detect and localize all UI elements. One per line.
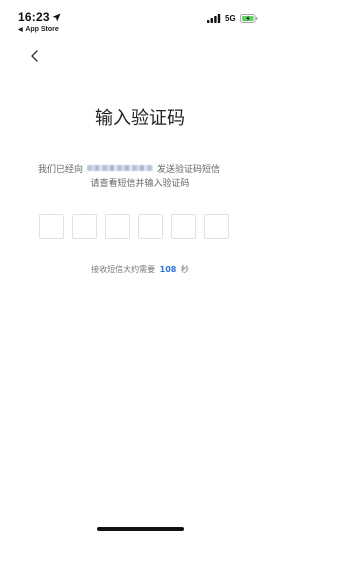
countdown-suffix: 秒 xyxy=(180,265,189,274)
status-bar: 16:23 ◀ App Store 5G xyxy=(0,0,340,42)
home-indicator[interactable] xyxy=(97,527,184,531)
network-type: 5G xyxy=(225,13,236,23)
verification-code-input[interactable] xyxy=(39,214,229,239)
back-to-app-label: App Store xyxy=(25,26,59,33)
status-right-group: 5G xyxy=(207,13,258,23)
countdown-seconds: 108 xyxy=(159,265,177,274)
countdown-text: 接收短信大约需要 108 秒 xyxy=(0,264,280,275)
battery-charging-icon xyxy=(239,13,258,23)
back-triangle-icon: ◀ xyxy=(18,27,23,33)
code-digit-box[interactable] xyxy=(72,214,97,239)
signal-icon xyxy=(207,13,221,23)
back-to-app-link[interactable]: ◀ App Store xyxy=(18,26,59,33)
location-arrow-icon xyxy=(52,13,61,22)
sent-prefix: 我们已经向 xyxy=(38,165,84,175)
sent-suffix: 发送验证码短信 xyxy=(157,165,221,175)
status-time: 16:23 xyxy=(18,10,50,24)
code-digit-box[interactable] xyxy=(171,214,196,239)
chevron-left-icon[interactable] xyxy=(28,48,42,64)
code-digit-box[interactable] xyxy=(39,214,64,239)
masked-phone-number xyxy=(87,165,154,171)
code-digit-box[interactable] xyxy=(138,214,163,239)
countdown-prefix: 接收短信大约需要 xyxy=(91,265,156,274)
status-time-group: 16:23 xyxy=(18,10,61,24)
page-title: 输入验证码 xyxy=(95,108,185,129)
check-sms-text: 请查看短信并输入验证码 xyxy=(90,179,190,189)
code-digit-box[interactable] xyxy=(105,214,130,239)
code-digit-box[interactable] xyxy=(204,214,229,239)
sent-message: 我们已经向 发送验证码短信 xyxy=(38,162,278,175)
